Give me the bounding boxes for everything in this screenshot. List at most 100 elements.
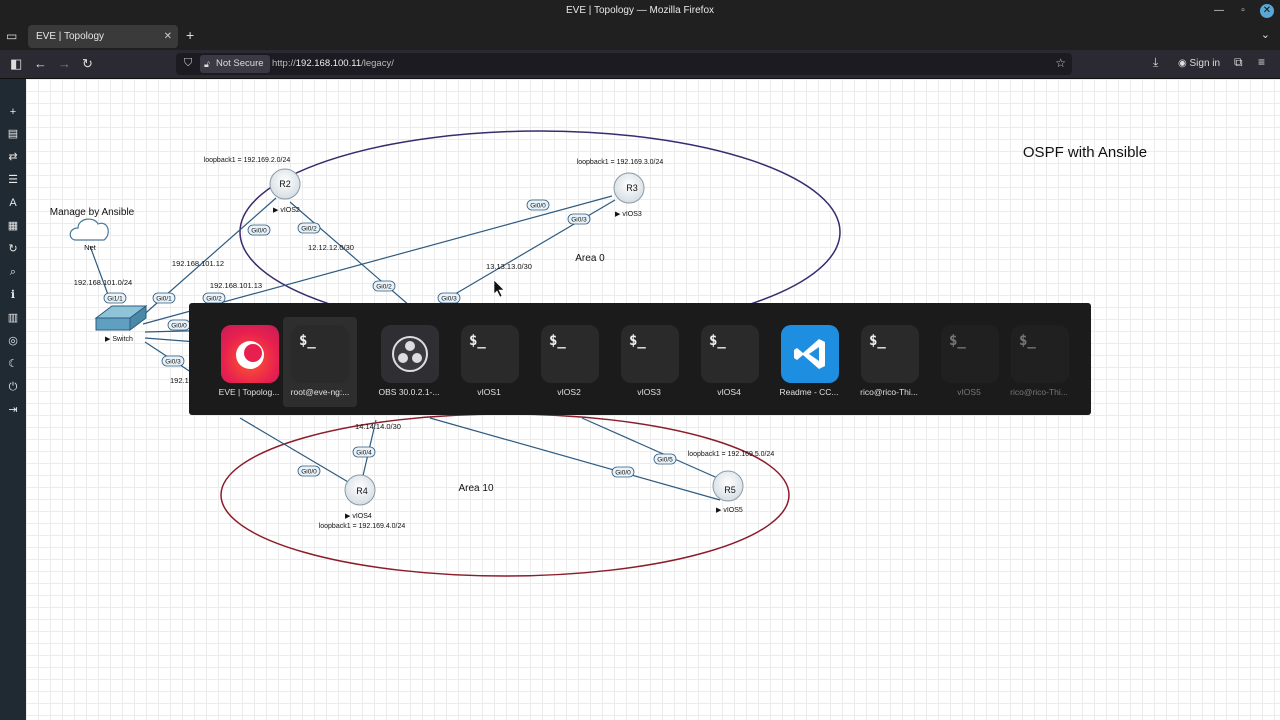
status-icon[interactable]: ◎ — [6, 334, 20, 348]
router-r3[interactable]: R3 — [613, 172, 645, 204]
terminal-icon: $_ — [621, 325, 679, 383]
svg-text:R2: R2 — [279, 179, 291, 189]
switcher-item[interactable]: $_ vIOS5 — [919, 317, 999, 407]
reload-icon[interactable]: ↻ — [82, 56, 93, 72]
obs-icon — [381, 325, 439, 383]
logout-icon[interactable]: ⇥ — [6, 403, 20, 417]
menu-icon[interactable]: ≡ — [1258, 55, 1265, 69]
terminal-icon: $_ — [861, 325, 919, 383]
ip-label: 192.168.101.12 — [172, 259, 224, 268]
close-icon[interactable]: ✕ — [1260, 4, 1274, 18]
minimize-icon[interactable]: — — [1212, 4, 1226, 18]
not-secure-label: Not Secure — [216, 58, 264, 69]
interface-label: Gi0/3 — [437, 292, 461, 304]
firefox-icon — [221, 325, 279, 383]
svg-text:Gi0/0: Gi0/0 — [301, 469, 317, 476]
text-icon[interactable]: A — [6, 196, 20, 210]
startup-configs-icon[interactable]: ☰ — [6, 173, 20, 187]
router-r5[interactable]: R5 — [712, 470, 744, 502]
shield-icon[interactable]: ⛉ — [184, 57, 192, 70]
switcher-item-label: rico@rico-Thi... — [1010, 387, 1068, 397]
interface-label: Gi0/2 — [372, 280, 396, 292]
mouse-cursor-icon — [493, 279, 505, 298]
svg-text:R5: R5 — [724, 485, 736, 495]
switch-icon[interactable] — [94, 305, 148, 331]
account-icon: ◉ — [1178, 58, 1187, 69]
window-titlebar: EVE | Topology — Mozilla Firefox — ▫ ✕ — [0, 0, 1280, 22]
nodes-icon[interactable]: ▤ — [6, 127, 20, 141]
switcher-item[interactable]: $_ rico@rico-Thi... — [839, 317, 919, 407]
grid-icon[interactable]: ▦ — [6, 219, 20, 233]
svg-text:Gi0/2: Gi0/2 — [376, 284, 392, 291]
vscode-icon — [781, 325, 839, 383]
list-icon[interactable]: ▥ — [6, 311, 20, 325]
terminal-icon: $_ — [291, 325, 349, 383]
sign-in-label: Sign in — [1189, 58, 1221, 69]
not-secure-badge[interactable]: 🔓︎ Not Secure — [200, 55, 270, 73]
svg-text:Gi0/3: Gi0/3 — [165, 359, 181, 366]
moon-icon[interactable]: ☾ — [6, 357, 20, 371]
router-r3-loopback: loopback1 = 192.169.3.0/24 — [577, 159, 664, 166]
switcher-item[interactable]: EVE | Topolog... — [199, 317, 279, 407]
router-r3-node: ▶ vIOS3 — [615, 211, 642, 218]
terminal-icon: $_ — [1011, 325, 1069, 383]
switcher-item[interactable]: $_ vIOS2 — [519, 317, 599, 407]
switcher-item[interactable]: Readme - CC... — [759, 317, 839, 407]
interface-label: Gi0/0 — [297, 465, 321, 477]
area-0-label: Area 0 — [575, 253, 605, 264]
switcher-item[interactable]: $_ rico@rico-Thi... — [989, 317, 1069, 407]
tab-close-icon[interactable]: ✕ — [164, 25, 172, 48]
url-bar[interactable]: ⛉ 🔓︎ Not Secure http://192.168.100.11/le… — [176, 53, 1072, 75]
downloads-icon[interactable]: ⤓ — [1153, 55, 1158, 70]
switcher-item[interactable]: $_ vIOS1 — [439, 317, 519, 407]
svg-text:Gi0/3: Gi0/3 — [571, 217, 587, 224]
switcher-item[interactable]: OBS 30.0.2.1-... — [359, 317, 439, 407]
switch-label: ▶ Switch — [105, 336, 133, 343]
zoom-icon[interactable]: ⌕ — [6, 265, 20, 279]
router-r4[interactable]: R4 — [344, 474, 376, 506]
area-10-label: Area 10 — [458, 483, 493, 494]
tab-title: EVE | Topology — [36, 31, 105, 42]
interface-label: Gi0/0 — [526, 199, 550, 211]
chevron-down-icon[interactable]: ⌄ — [1261, 28, 1270, 41]
info-icon[interactable]: ℹ — [6, 288, 20, 302]
svg-text:Gi1/1: Gi1/1 — [107, 296, 123, 303]
ip-label: 192.168.101.13 — [210, 281, 262, 290]
cloud-label: Net — [84, 243, 97, 252]
bookmark-star-icon[interactable]: ☆ — [1055, 56, 1066, 70]
new-tab-icon[interactable]: + — [186, 27, 194, 43]
nav-bar: ◧ ← → ↻ ⛉ 🔓︎ Not Secure http://192.168.1… — [0, 50, 1280, 79]
switcher-item[interactable]: $_ vIOS3 — [599, 317, 679, 407]
networks-icon[interactable]: ⇄ — [6, 150, 20, 164]
maximize-icon[interactable]: ▫ — [1236, 4, 1250, 18]
interface-label: Gi0/4 — [352, 446, 376, 458]
router-r4-node: ▶ vIOS4 — [345, 513, 372, 520]
router-r2-node: ▶ vIOS2 — [273, 207, 300, 214]
account-button[interactable]: ◉ Sign in — [1178, 58, 1220, 69]
svg-text:Gi0/4: Gi0/4 — [356, 450, 372, 457]
cloud-icon[interactable] — [69, 218, 109, 241]
switcher-item-selected[interactable]: $_ root@eve-ng:... — [283, 317, 357, 407]
power-icon[interactable]: ⏻ — [6, 380, 20, 394]
url-host: 192.168.100.11 — [295, 58, 362, 69]
interface-label: Gi0/5 — [653, 453, 677, 465]
back-icon[interactable]: ← — [34, 56, 47, 71]
extensions-icon[interactable]: ⧉ — [1234, 55, 1243, 70]
router-r2[interactable]: R2 — [269, 168, 301, 200]
url-prefix: http:// — [272, 58, 296, 69]
switcher-item[interactable]: $_ vIOS4 — [679, 317, 759, 407]
svg-text:Gi0/1: Gi0/1 — [156, 296, 172, 303]
network-label: 12.12.12.0/30 — [308, 243, 354, 252]
interface-label: Gi0/2 — [297, 222, 321, 234]
interface-label: Gi0/0 — [611, 466, 635, 478]
app-switcher: EVE | Topolog... $_ root@eve-ng:... OBS … — [189, 303, 1091, 415]
sidebar-toggle-icon[interactable]: ◧ — [10, 56, 22, 72]
tab-overview-icon[interactable]: ▭ — [6, 29, 17, 43]
refresh-icon[interactable]: ↻ — [6, 242, 20, 256]
interface-label: Gi0/1 — [152, 292, 176, 304]
url-text[interactable]: http://192.168.100.11/legacy/ — [272, 53, 394, 75]
interface-label: Gi0/3 — [567, 213, 591, 225]
browser-tab[interactable]: EVE | Topology ✕ — [28, 25, 178, 48]
add-icon[interactable]: + — [6, 105, 20, 119]
forward-icon[interactable]: → — [58, 56, 71, 71]
